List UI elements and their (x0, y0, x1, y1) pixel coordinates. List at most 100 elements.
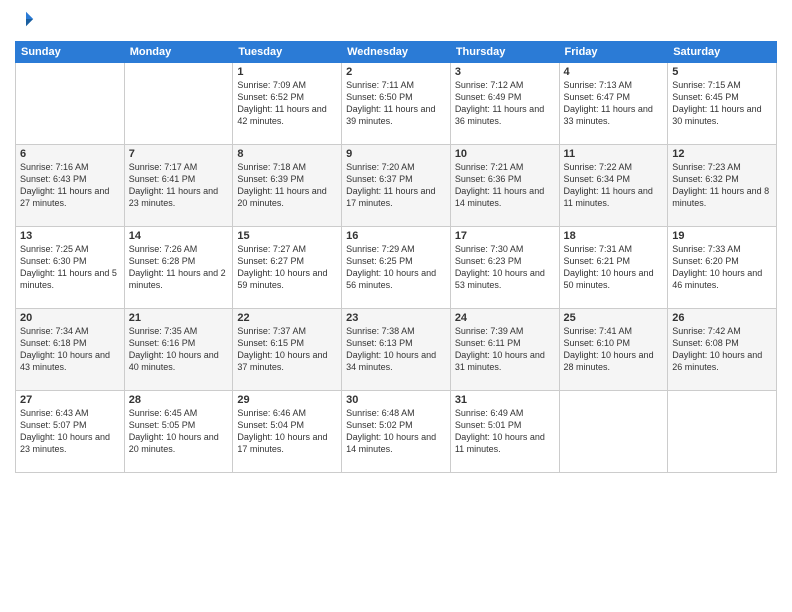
calendar-body: 1Sunrise: 7:09 AM Sunset: 6:52 PM Daylig… (16, 63, 777, 473)
day-cell: 30Sunrise: 6:48 AM Sunset: 5:02 PM Dayli… (342, 391, 451, 473)
day-cell: 28Sunrise: 6:45 AM Sunset: 5:05 PM Dayli… (124, 391, 233, 473)
day-number: 24 (455, 312, 555, 324)
day-cell: 15Sunrise: 7:27 AM Sunset: 6:27 PM Dayli… (233, 227, 342, 309)
day-number: 28 (129, 394, 229, 406)
day-number: 5 (672, 66, 772, 78)
day-cell (668, 391, 777, 473)
day-cell: 13Sunrise: 7:25 AM Sunset: 6:30 PM Dayli… (16, 227, 125, 309)
day-info: Sunrise: 7:16 AM Sunset: 6:43 PM Dayligh… (20, 161, 120, 210)
day-info: Sunrise: 7:31 AM Sunset: 6:21 PM Dayligh… (564, 243, 664, 292)
day-info: Sunrise: 7:20 AM Sunset: 6:37 PM Dayligh… (346, 161, 446, 210)
day-number: 22 (237, 312, 337, 324)
day-number: 19 (672, 230, 772, 242)
day-number: 20 (20, 312, 120, 324)
day-info: Sunrise: 7:22 AM Sunset: 6:34 PM Dayligh… (564, 161, 664, 210)
day-number: 12 (672, 148, 772, 160)
day-cell: 11Sunrise: 7:22 AM Sunset: 6:34 PM Dayli… (559, 145, 668, 227)
day-info: Sunrise: 7:29 AM Sunset: 6:25 PM Dayligh… (346, 243, 446, 292)
day-number: 1 (237, 66, 337, 78)
day-info: Sunrise: 7:30 AM Sunset: 6:23 PM Dayligh… (455, 243, 555, 292)
day-info: Sunrise: 6:45 AM Sunset: 5:05 PM Dayligh… (129, 407, 229, 456)
header-row: SundayMondayTuesdayWednesdayThursdayFrid… (16, 42, 777, 63)
day-info: Sunrise: 6:49 AM Sunset: 5:01 PM Dayligh… (455, 407, 555, 456)
week-row-1: 1Sunrise: 7:09 AM Sunset: 6:52 PM Daylig… (16, 63, 777, 145)
day-cell: 23Sunrise: 7:38 AM Sunset: 6:13 PM Dayli… (342, 309, 451, 391)
week-row-2: 6Sunrise: 7:16 AM Sunset: 6:43 PM Daylig… (16, 145, 777, 227)
day-header-monday: Monday (124, 42, 233, 63)
week-row-4: 20Sunrise: 7:34 AM Sunset: 6:18 PM Dayli… (16, 309, 777, 391)
day-number: 8 (237, 148, 337, 160)
day-info: Sunrise: 7:38 AM Sunset: 6:13 PM Dayligh… (346, 325, 446, 374)
day-number: 25 (564, 312, 664, 324)
day-header-saturday: Saturday (668, 42, 777, 63)
day-cell: 2Sunrise: 7:11 AM Sunset: 6:50 PM Daylig… (342, 63, 451, 145)
day-info: Sunrise: 7:09 AM Sunset: 6:52 PM Dayligh… (237, 79, 337, 128)
day-header-thursday: Thursday (450, 42, 559, 63)
day-header-friday: Friday (559, 42, 668, 63)
day-header-tuesday: Tuesday (233, 42, 342, 63)
day-number: 9 (346, 148, 446, 160)
day-info: Sunrise: 7:27 AM Sunset: 6:27 PM Dayligh… (237, 243, 337, 292)
day-number: 30 (346, 394, 446, 406)
day-info: Sunrise: 7:17 AM Sunset: 6:41 PM Dayligh… (129, 161, 229, 210)
day-cell: 9Sunrise: 7:20 AM Sunset: 6:37 PM Daylig… (342, 145, 451, 227)
day-header-wednesday: Wednesday (342, 42, 451, 63)
day-info: Sunrise: 7:33 AM Sunset: 6:20 PM Dayligh… (672, 243, 772, 292)
day-header-sunday: Sunday (16, 42, 125, 63)
day-cell: 26Sunrise: 7:42 AM Sunset: 6:08 PM Dayli… (668, 309, 777, 391)
day-cell: 7Sunrise: 7:17 AM Sunset: 6:41 PM Daylig… (124, 145, 233, 227)
day-cell: 31Sunrise: 6:49 AM Sunset: 5:01 PM Dayli… (450, 391, 559, 473)
day-number: 21 (129, 312, 229, 324)
day-number: 31 (455, 394, 555, 406)
day-cell: 5Sunrise: 7:15 AM Sunset: 6:45 PM Daylig… (668, 63, 777, 145)
day-info: Sunrise: 7:18 AM Sunset: 6:39 PM Dayligh… (237, 161, 337, 210)
logo-icon (17, 10, 35, 28)
day-cell: 19Sunrise: 7:33 AM Sunset: 6:20 PM Dayli… (668, 227, 777, 309)
day-cell: 4Sunrise: 7:13 AM Sunset: 6:47 PM Daylig… (559, 63, 668, 145)
day-info: Sunrise: 7:35 AM Sunset: 6:16 PM Dayligh… (129, 325, 229, 374)
day-number: 17 (455, 230, 555, 242)
day-cell: 1Sunrise: 7:09 AM Sunset: 6:52 PM Daylig… (233, 63, 342, 145)
day-info: Sunrise: 7:21 AM Sunset: 6:36 PM Dayligh… (455, 161, 555, 210)
day-number: 16 (346, 230, 446, 242)
day-cell: 20Sunrise: 7:34 AM Sunset: 6:18 PM Dayli… (16, 309, 125, 391)
day-number: 29 (237, 394, 337, 406)
day-cell (16, 63, 125, 145)
day-cell: 17Sunrise: 7:30 AM Sunset: 6:23 PM Dayli… (450, 227, 559, 309)
day-cell: 8Sunrise: 7:18 AM Sunset: 6:39 PM Daylig… (233, 145, 342, 227)
day-cell: 14Sunrise: 7:26 AM Sunset: 6:28 PM Dayli… (124, 227, 233, 309)
day-cell: 6Sunrise: 7:16 AM Sunset: 6:43 PM Daylig… (16, 145, 125, 227)
header (15, 10, 777, 33)
week-row-3: 13Sunrise: 7:25 AM Sunset: 6:30 PM Dayli… (16, 227, 777, 309)
day-number: 3 (455, 66, 555, 78)
logo (15, 10, 37, 33)
day-info: Sunrise: 7:13 AM Sunset: 6:47 PM Dayligh… (564, 79, 664, 128)
day-info: Sunrise: 7:34 AM Sunset: 6:18 PM Dayligh… (20, 325, 120, 374)
day-number: 13 (20, 230, 120, 242)
day-info: Sunrise: 7:42 AM Sunset: 6:08 PM Dayligh… (672, 325, 772, 374)
day-cell: 25Sunrise: 7:41 AM Sunset: 6:10 PM Dayli… (559, 309, 668, 391)
day-cell: 18Sunrise: 7:31 AM Sunset: 6:21 PM Dayli… (559, 227, 668, 309)
day-number: 27 (20, 394, 120, 406)
day-info: Sunrise: 7:37 AM Sunset: 6:15 PM Dayligh… (237, 325, 337, 374)
day-cell (124, 63, 233, 145)
day-cell: 29Sunrise: 6:46 AM Sunset: 5:04 PM Dayli… (233, 391, 342, 473)
day-info: Sunrise: 6:46 AM Sunset: 5:04 PM Dayligh… (237, 407, 337, 456)
calendar-table: SundayMondayTuesdayWednesdayThursdayFrid… (15, 41, 777, 473)
calendar-header: SundayMondayTuesdayWednesdayThursdayFrid… (16, 42, 777, 63)
day-info: Sunrise: 6:48 AM Sunset: 5:02 PM Dayligh… (346, 407, 446, 456)
day-info: Sunrise: 7:23 AM Sunset: 6:32 PM Dayligh… (672, 161, 772, 210)
day-cell (559, 391, 668, 473)
day-cell: 12Sunrise: 7:23 AM Sunset: 6:32 PM Dayli… (668, 145, 777, 227)
day-info: Sunrise: 7:15 AM Sunset: 6:45 PM Dayligh… (672, 79, 772, 128)
calendar-page: SundayMondayTuesdayWednesdayThursdayFrid… (0, 0, 792, 612)
day-info: Sunrise: 6:43 AM Sunset: 5:07 PM Dayligh… (20, 407, 120, 456)
day-cell: 10Sunrise: 7:21 AM Sunset: 6:36 PM Dayli… (450, 145, 559, 227)
day-cell: 21Sunrise: 7:35 AM Sunset: 6:16 PM Dayli… (124, 309, 233, 391)
day-number: 2 (346, 66, 446, 78)
day-cell: 27Sunrise: 6:43 AM Sunset: 5:07 PM Dayli… (16, 391, 125, 473)
day-info: Sunrise: 7:41 AM Sunset: 6:10 PM Dayligh… (564, 325, 664, 374)
day-number: 14 (129, 230, 229, 242)
day-number: 10 (455, 148, 555, 160)
day-info: Sunrise: 7:11 AM Sunset: 6:50 PM Dayligh… (346, 79, 446, 128)
